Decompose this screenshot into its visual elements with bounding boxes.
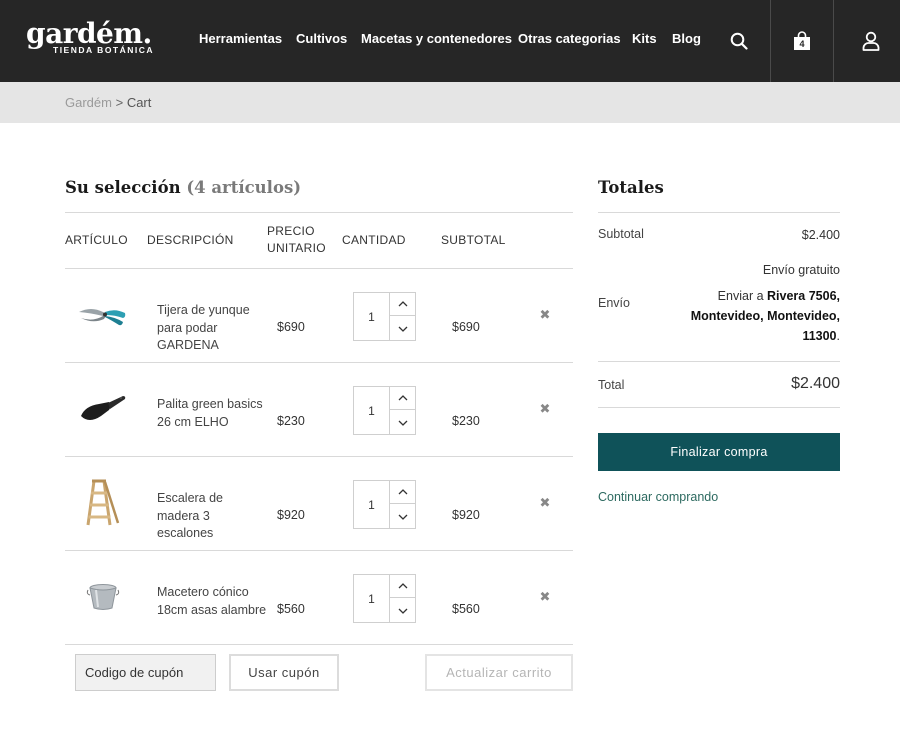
shipping-destination: Enviar a Rivera 7506, Montevideo, Montev… xyxy=(650,286,840,346)
cart-count-badge: 4 xyxy=(799,39,805,49)
cart-row: Palita green basics 26 cm ELHO $230 1 $2… xyxy=(65,363,573,457)
quantity-input[interactable]: 1 xyxy=(354,293,390,340)
coupon-code-input[interactable] xyxy=(75,654,216,691)
nav-item-macetas[interactable]: Macetas y contenedores xyxy=(361,30,512,48)
nav-item-otras-categorias[interactable]: Otras categorias xyxy=(518,30,621,48)
column-header-description: DESCRIPCIÓN xyxy=(147,233,234,247)
quantity-stepper: 1 xyxy=(353,386,416,435)
product-image-trowel[interactable] xyxy=(73,381,133,437)
total-label: Total xyxy=(598,378,625,392)
site-header: gardém. TIENDA BOTÁNICA Herramientas Cul… xyxy=(0,0,900,82)
ship-to-prefix: Enviar a xyxy=(717,289,764,303)
quantity-input[interactable]: 1 xyxy=(354,481,390,528)
ship-to-address: Rivera 7506, Montevideo, Montevideo, 113… xyxy=(690,289,840,343)
unit-price: $920 xyxy=(277,508,305,522)
shipping-label: Envío xyxy=(598,296,630,310)
quantity-input[interactable]: 1 xyxy=(354,387,390,434)
unit-price: $230 xyxy=(277,414,305,428)
chevron-down-icon[interactable] xyxy=(390,505,415,528)
cart-row: Tijera de yunque para podar GARDENA $690… xyxy=(65,269,573,363)
product-image-metal-pot[interactable] xyxy=(73,569,133,625)
line-subtotal: $230 xyxy=(452,414,480,428)
total-value: $2.400 xyxy=(791,375,840,392)
chevron-up-icon[interactable] xyxy=(390,481,415,504)
nav-item-blog[interactable]: Blog xyxy=(672,30,701,48)
chevron-up-icon[interactable] xyxy=(390,293,415,316)
chevron-up-icon[interactable] xyxy=(390,575,415,598)
chevron-down-icon[interactable] xyxy=(390,411,415,434)
update-cart-button[interactable]: Actualizar carrito xyxy=(425,654,573,691)
column-header-subtotal: SUBTOTAL xyxy=(441,233,506,247)
divider xyxy=(598,212,840,213)
quantity-stepper: 1 xyxy=(353,292,416,341)
shipping-method: Envío gratuito xyxy=(762,263,840,277)
ship-to-suffix: . xyxy=(836,329,840,343)
column-header-unit-price: PRECIO UNITARIO xyxy=(267,224,326,255)
product-image-wooden-ladder[interactable] xyxy=(73,475,133,531)
product-description[interactable]: Tijera de yunque para podar GARDENA xyxy=(157,302,267,355)
divider xyxy=(598,407,840,408)
unit-price: $560 xyxy=(277,602,305,616)
brand-tagline: TIENDA BOTÁNICA xyxy=(53,45,155,55)
chevron-up-icon[interactable] xyxy=(390,387,415,410)
divider xyxy=(598,361,840,362)
nav-item-kits[interactable]: Kits xyxy=(632,30,657,48)
unit-price: $690 xyxy=(277,320,305,334)
line-subtotal: $690 xyxy=(452,320,480,334)
divider xyxy=(65,644,573,645)
product-description[interactable]: Escalera de madera 3 escalones xyxy=(157,490,267,543)
breadcrumb-current: Cart xyxy=(126,95,152,110)
cart-item-count: (4 artículos) xyxy=(186,178,302,197)
header-divider xyxy=(833,0,834,82)
column-header-quantity: CANTIDAD xyxy=(342,233,406,247)
nav-item-herramientas[interactable]: Herramientas xyxy=(199,30,282,48)
totals-title: Totales xyxy=(598,178,664,197)
divider xyxy=(65,212,573,213)
cart-title-text: Su selección xyxy=(65,178,181,197)
breadcrumb-separator: > xyxy=(115,95,124,110)
remove-item-icon[interactable]: ✖ xyxy=(538,496,552,510)
chevron-down-icon[interactable] xyxy=(390,317,415,340)
breadcrumb-home[interactable]: Gardém xyxy=(65,95,112,110)
nav-item-cultivos[interactable]: Cultivos xyxy=(296,30,347,48)
remove-item-icon[interactable]: ✖ xyxy=(538,308,552,322)
breadcrumb: Gardém > Cart xyxy=(65,95,151,110)
quantity-stepper: 1 xyxy=(353,480,416,529)
line-subtotal: $920 xyxy=(452,508,480,522)
subtotal-value: $2.400 xyxy=(801,228,840,242)
cart-row: Macetero cónico 18cm asas alambre $560 1… xyxy=(65,551,573,645)
cart-button[interactable]: 4 xyxy=(771,0,833,82)
line-subtotal: $560 xyxy=(452,602,480,616)
cart-row: Escalera de madera 3 escalones $920 1 $9… xyxy=(65,457,573,551)
quantity-input[interactable]: 1 xyxy=(354,575,390,622)
continue-shopping-link[interactable]: Continuar comprando xyxy=(598,490,718,504)
remove-item-icon[interactable]: ✖ xyxy=(538,402,552,416)
product-image-pruning-shears[interactable] xyxy=(73,287,133,343)
shopping-bag-icon: 4 xyxy=(793,31,811,51)
remove-item-icon[interactable]: ✖ xyxy=(538,590,552,604)
quantity-stepper: 1 xyxy=(353,574,416,623)
user-icon[interactable] xyxy=(855,0,887,82)
cart-title: Su selección (4 artículos) xyxy=(65,178,301,197)
brand-logo[interactable]: gardém. TIENDA BOTÁNICA xyxy=(26,18,156,58)
chevron-down-icon[interactable] xyxy=(390,599,415,622)
product-description[interactable]: Macetero cónico 18cm asas alambre xyxy=(157,584,267,619)
checkout-button[interactable]: Finalizar compra xyxy=(598,433,840,471)
search-icon[interactable] xyxy=(724,0,754,82)
column-header-item: ARTÍCULO xyxy=(65,233,128,247)
apply-coupon-button[interactable]: Usar cupón xyxy=(229,654,339,691)
product-description[interactable]: Palita green basics 26 cm ELHO xyxy=(157,396,267,431)
subtotal-label: Subtotal xyxy=(598,227,644,241)
